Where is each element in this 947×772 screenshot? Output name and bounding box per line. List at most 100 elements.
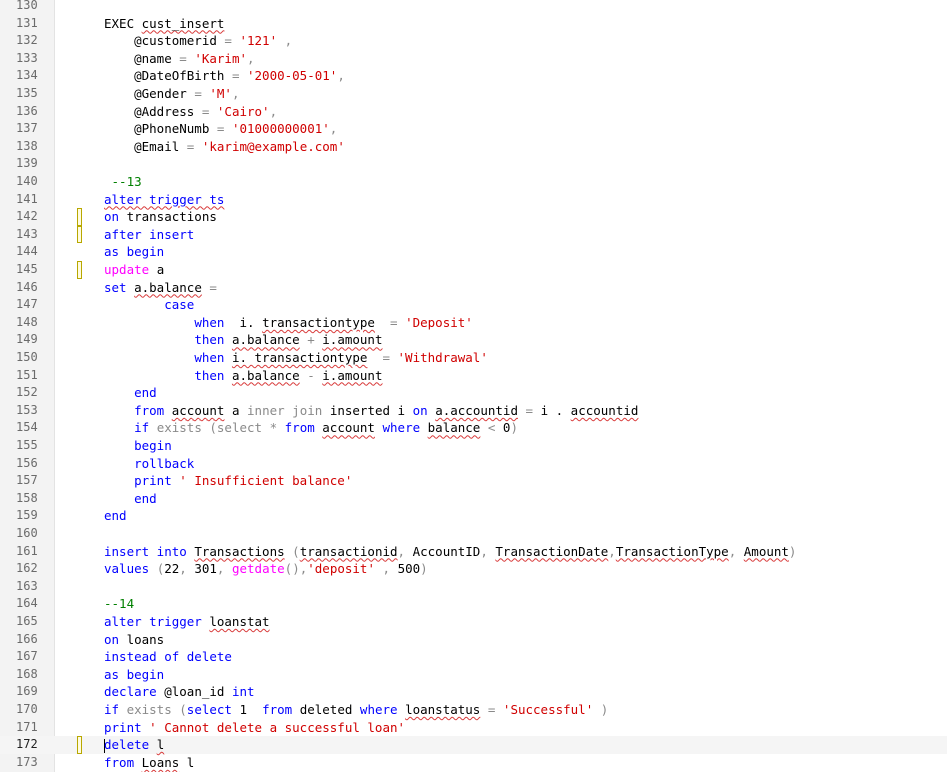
code-line[interactable]: 148 when i. transactiontype = 'Deposit': [0, 314, 947, 332]
code-line[interactable]: 146 set a.balance =: [0, 279, 947, 297]
code-text: on loans: [104, 631, 164, 649]
code-line[interactable]: 163: [0, 578, 947, 596]
code-token: ,: [608, 543, 616, 559]
code-token: then: [194, 367, 232, 383]
code-token: begin: [134, 438, 172, 453]
code-token: exists (select: [156, 420, 270, 436]
code-token: --14: [104, 596, 135, 612]
code-line[interactable]: 130: [0, 0, 947, 15]
code-token: loanstat: [209, 614, 270, 629]
line-number: 136: [16, 103, 38, 118]
code-line[interactable]: 136 @Address = 'Cairo',: [0, 103, 947, 121]
code-line[interactable]: 156 rollback: [0, 455, 947, 473]
code-token: ): [788, 543, 797, 559]
code-token: when: [194, 314, 225, 330]
line-number: 172: [16, 737, 38, 752]
code-token: deleted: [299, 702, 360, 717]
code-text: instead of delete: [104, 648, 232, 666]
code-text: from account a inner join inserted i on …: [104, 402, 638, 420]
code-token: Transactions: [194, 543, 285, 559]
code-line[interactable]: 161 insert into Transactions (transaction…: [0, 543, 947, 561]
code-line[interactable]: 147 case: [0, 296, 947, 314]
code-line[interactable]: 157 print ' Insufficient balance': [0, 472, 947, 490]
line-number: 139: [16, 156, 38, 171]
code-token: TransactionType: [615, 543, 729, 559]
code-line[interactable]: 171 print ' Cannot delete a successful lo…: [0, 719, 947, 737]
code-line[interactable]: 173 from Loans l: [0, 754, 947, 772]
code-line[interactable]: 168 as begin: [0, 666, 947, 684]
code-line[interactable]: 133 @name = 'Karim',: [0, 50, 947, 68]
line-number: 146: [16, 279, 38, 294]
code-text: EXEC cust_insert: [104, 15, 224, 33]
code-token: int: [231, 684, 255, 700]
code-line[interactable]: 138 @Email = 'karim@example.com': [0, 138, 947, 156]
code-token: ' Insufficient balance': [179, 473, 353, 489]
line-number: 137: [16, 121, 38, 136]
code-line[interactable]: 167 instead of delete: [0, 648, 947, 666]
code-line[interactable]: 169 declare @loan_id int: [0, 683, 947, 701]
code-line[interactable]: 151 then a.balance - i.amount: [0, 367, 947, 385]
code-line[interactable]: 165 alter trigger loanstat: [0, 613, 947, 631]
line-number: 173: [16, 754, 38, 769]
code-line[interactable]: 158 end: [0, 490, 947, 508]
code-line[interactable]: 154 if exists (select * from account whe…: [0, 419, 947, 437]
code-text: when i. transactiontype = 'Deposit': [104, 314, 472, 332]
code-line[interactable]: 134 @DateOfBirth = '2000-05-01',: [0, 67, 947, 85]
code-text: if exists (select 1 from deleted where l…: [104, 701, 608, 719]
code-line[interactable]: 150 when i. transactiontype = 'Withdrawa…: [0, 349, 947, 367]
code-editor[interactable]: 130 131 EXEC cust_insert 132 @customerid = …: [0, 0, 947, 772]
line-number: 134: [16, 68, 38, 83]
code-token: @DateOfBirth: [104, 68, 232, 84]
code-token: --13: [104, 174, 142, 189]
code-line[interactable]: 152 end: [0, 384, 947, 402]
code-token: a.balance: [231, 367, 300, 383]
code-line[interactable]: 164 --14: [0, 595, 947, 613]
line-number: 168: [16, 666, 38, 681]
code-token: exists (: [126, 702, 187, 717]
code-line[interactable]: 172 delete l: [0, 736, 947, 754]
code-token: i. transactiontype: [231, 350, 368, 365]
code-token: ,: [374, 561, 398, 577]
code-token: ): [593, 702, 609, 717]
code-token: ,: [728, 543, 744, 559]
code-line[interactable]: 153 from account a inner join inserted i…: [0, 402, 947, 420]
code-token: a: [224, 402, 248, 418]
code-line[interactable]: 144 as begin: [0, 243, 947, 261]
line-number: 130: [16, 0, 38, 12]
code-line[interactable]: 143 after insert: [0, 225, 947, 244]
code-line[interactable]: 149 then a.balance + i.amount: [0, 331, 947, 349]
code-token: transactionid: [299, 543, 398, 559]
code-line[interactable]: 162 values (22, 301, getdate(),'deposit' …: [0, 560, 947, 578]
code-text: from Loans l: [104, 754, 194, 772]
code-text: alter trigger ts: [104, 191, 224, 209]
line-number: 162: [16, 561, 38, 576]
code-token: ' Cannot delete a successful loan': [149, 719, 406, 735]
code-token: (: [284, 543, 300, 559]
code-line[interactable]: 155 begin: [0, 437, 947, 455]
code-token: end: [134, 490, 157, 506]
change-marker: [77, 261, 82, 279]
line-number: 161: [16, 543, 38, 558]
code-line[interactable]: 145 update a: [0, 261, 947, 279]
code-line[interactable]: 135 @Gender = 'M',: [0, 85, 947, 103]
code-line[interactable]: 140 --13: [0, 173, 947, 191]
code-line[interactable]: 132 @customerid = '121' ,: [0, 32, 947, 50]
line-number: 132: [16, 33, 38, 48]
line-number: 171: [16, 719, 38, 734]
code-line[interactable]: 166 on loans: [0, 631, 947, 649]
code-line[interactable]: 142 on transactions: [0, 208, 947, 226]
code-token: ,: [247, 50, 255, 66]
code-line[interactable]: 160: [0, 525, 947, 543]
code-line[interactable]: 139: [0, 155, 947, 173]
code-line[interactable]: 141 alter trigger ts: [0, 191, 947, 209]
line-number: 151: [16, 367, 38, 382]
code-token: a.balance: [134, 279, 202, 295]
code-line[interactable]: 137 @PhoneNumb = '01000000001',: [0, 120, 947, 138]
code-token: from: [262, 702, 300, 717]
code-line[interactable]: 159 end: [0, 507, 947, 525]
code-line[interactable]: 170 if exists (select 1 from deleted wher…: [0, 701, 947, 719]
code-line[interactable]: 131 EXEC cust_insert: [0, 15, 947, 33]
code-text: print ' Cannot delete a successful loan': [104, 719, 405, 737]
